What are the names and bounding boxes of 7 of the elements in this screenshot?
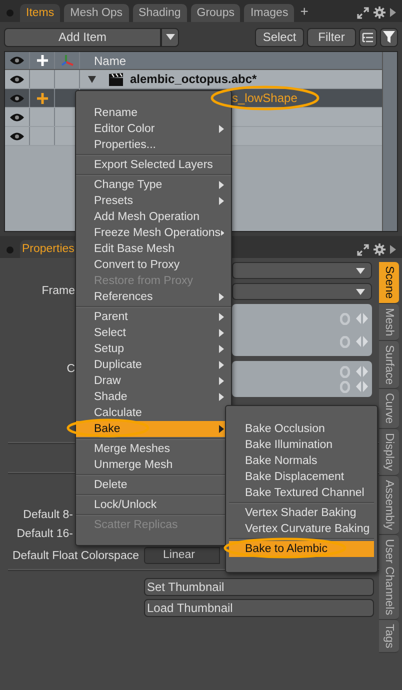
field-label: Default 16- [16,528,73,540]
item-name: alembic_octopus.abc* [130,72,257,86]
field-label: Default 8- [23,508,73,520]
field-label: Default Float Colorspace [12,550,139,562]
field-label: C [66,363,75,375]
item-name: s_lowShape [232,91,298,105]
field-label: Frame [42,285,75,297]
